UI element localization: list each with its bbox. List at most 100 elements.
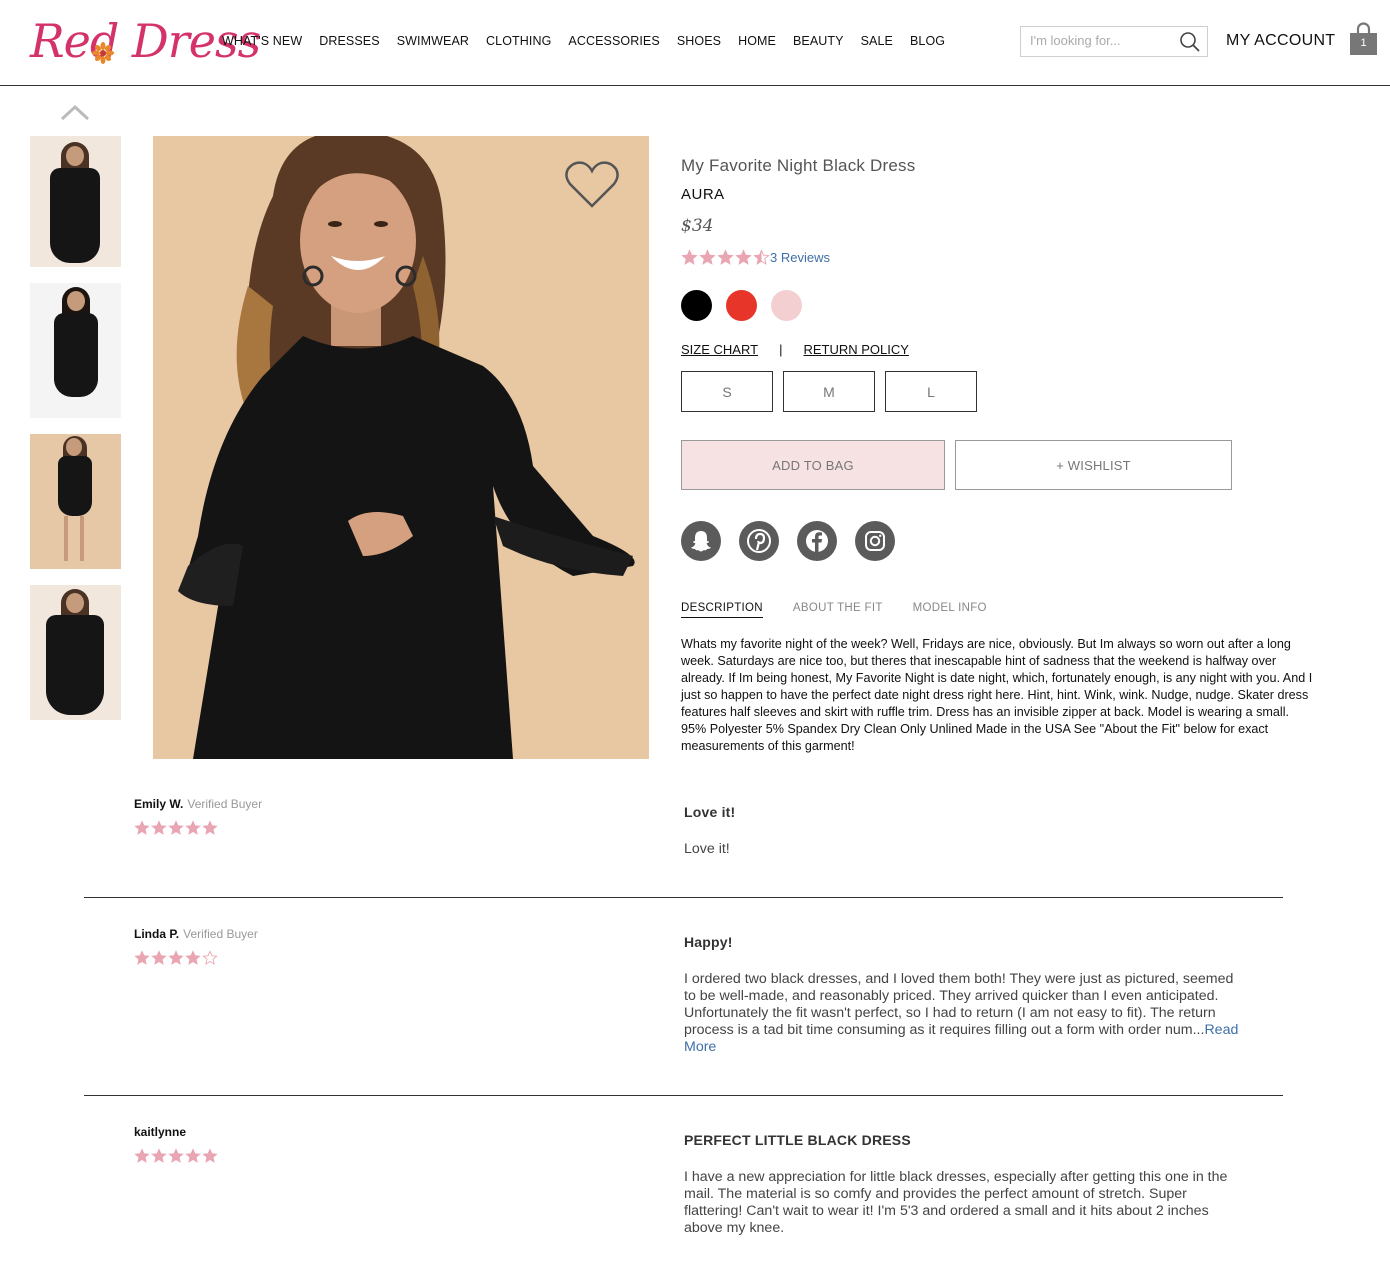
size-m-button[interactable]: M	[783, 371, 875, 412]
nav-item-blog[interactable]: BLOG	[910, 34, 945, 48]
review-divider	[84, 1095, 1283, 1096]
star-full-icon	[168, 1148, 184, 1163]
star-full-icon	[134, 1148, 150, 1163]
review-divider	[84, 897, 1283, 898]
review-title: Love it!	[684, 804, 736, 820]
review-stars	[134, 950, 218, 966]
instagram-glyph	[865, 531, 885, 551]
snapchat-icon[interactable]	[681, 521, 721, 561]
pinterest-icon[interactable]	[739, 521, 779, 561]
link-separator: |	[779, 342, 783, 357]
reviews-link[interactable]: 3 Reviews	[770, 250, 830, 265]
nav-item-shoes[interactable]: SHOES	[677, 34, 721, 48]
thumbnail-2[interactable]	[30, 283, 121, 418]
star-half-icon	[753, 249, 770, 265]
review-title: Happy!	[684, 934, 733, 950]
star-full-icon	[134, 820, 150, 835]
review-stars	[134, 1148, 218, 1164]
nav-item-accessories[interactable]: ACCESSORIES	[568, 34, 659, 48]
product-main-image	[153, 136, 649, 759]
nav-item-sale[interactable]: SALE	[861, 34, 893, 48]
pinterest-glyph	[747, 529, 771, 553]
heart-favorite-icon[interactable]	[564, 160, 620, 210]
review-author-name: Linda P.	[134, 927, 180, 941]
add-to-bag-button[interactable]: ADD TO BAG	[681, 440, 945, 490]
tab-about-the-fit[interactable]: ABOUT THE FIT	[793, 602, 883, 618]
star-full-icon	[202, 820, 218, 835]
star-full-icon	[699, 249, 716, 265]
star-full-icon	[168, 820, 184, 835]
review-body-text: I ordered two black dresses, and I loved…	[684, 971, 1234, 1038]
nav-item-what-s-new[interactable]: WHAT'S NEW	[222, 34, 302, 48]
flower-icon	[92, 42, 114, 64]
nav-item-swimwear[interactable]: SWIMWEAR	[397, 34, 469, 48]
search-icon[interactable]	[1179, 31, 1201, 53]
return-policy-link[interactable]: RETURN POLICY	[803, 342, 908, 357]
star-full-icon	[151, 820, 167, 835]
size-chart-link[interactable]: SIZE CHART	[681, 342, 758, 357]
product-price: $34	[681, 216, 714, 236]
verified-buyer-badge: Verified Buyer	[187, 797, 263, 811]
site-header: Red Dress WHAT'S NEW DRESSES SWIMWEAR CLOTH…	[0, 0, 1390, 86]
star-full-icon	[202, 1148, 218, 1163]
main-nav: WHAT'S NEW DRESSES SWIMWEAR CLOTHING ACCESSO…	[222, 34, 962, 48]
size-s-button[interactable]: S	[681, 371, 773, 412]
my-account-link[interactable]: MY ACCOUNT	[1226, 32, 1335, 50]
product-rating: 3 Reviews	[681, 249, 830, 266]
review-body: I have a new appreciation for little bla…	[684, 1169, 1244, 1237]
swatch-black[interactable]	[681, 290, 712, 321]
review-title: PERFECT LITTLE BLACK DRESS	[684, 1132, 911, 1148]
search-box	[1020, 26, 1208, 57]
review-body: Love it!	[684, 841, 1244, 858]
star-full-icon	[185, 820, 201, 835]
nav-item-beauty[interactable]: BEAUTY	[793, 34, 844, 48]
swatch-pink[interactable]	[771, 290, 802, 321]
add-to-wishlist-button[interactable]: + WISHLIST	[955, 440, 1232, 490]
facebook-icon[interactable]	[797, 521, 837, 561]
product-description: Whats my favorite night of the week? Wel…	[681, 637, 1313, 753]
thumbnail-1[interactable]	[30, 136, 121, 267]
review-body: I ordered two black dresses, and I loved…	[684, 971, 1244, 1056]
star-full-icon	[151, 1148, 167, 1163]
swatch-red[interactable]	[726, 290, 757, 321]
thumbnail-4[interactable]	[30, 585, 121, 720]
tab-description[interactable]: DESCRIPTION	[681, 602, 763, 618]
star-full-icon	[185, 1148, 201, 1163]
facebook-glyph	[806, 530, 828, 552]
nav-item-home[interactable]: HOME	[738, 34, 776, 48]
star-full-icon	[185, 950, 201, 965]
star-full-icon	[717, 249, 734, 265]
review-author-name: kaitlynne	[134, 1125, 187, 1139]
review-stars	[134, 820, 218, 836]
verified-buyer-badge: Verified Buyer	[183, 927, 258, 941]
product-brand: AURA	[681, 186, 725, 203]
tab-model-info[interactable]: MODEL INFO	[913, 602, 987, 618]
review-body-text: I have a new appreciation for little bla…	[684, 1169, 1228, 1236]
star-empty-icon	[202, 950, 218, 965]
nav-item-clothing[interactable]: CLOTHING	[486, 34, 551, 48]
snapchat-glyph	[691, 531, 711, 552]
thumbnail-3[interactable]	[30, 434, 121, 569]
review-author-name: Emily W.	[134, 797, 184, 811]
site-logo[interactable]: Red Dress	[28, 6, 261, 78]
product-stars	[681, 249, 770, 266]
thumbnail-up-arrow-icon[interactable]	[60, 104, 90, 122]
policy-links: SIZE CHART | RETURN POLICY	[681, 342, 909, 357]
shopping-bag-button[interactable]: 1	[1349, 22, 1378, 56]
star-full-icon	[134, 950, 150, 965]
size-l-button[interactable]: L	[885, 371, 977, 412]
star-full-icon	[735, 249, 752, 265]
search-input[interactable]	[1030, 33, 1170, 48]
review-author: Emily W. Verified Buyer	[134, 797, 262, 811]
star-full-icon	[151, 950, 167, 965]
nav-item-dresses[interactable]: DRESSES	[319, 34, 379, 48]
model-photo	[153, 136, 649, 759]
star-full-icon	[681, 249, 698, 265]
review-body-text: Love it!	[684, 841, 730, 857]
instagram-icon[interactable]	[855, 521, 895, 561]
product-title: My Favorite Night Black Dress	[681, 156, 916, 175]
review-author: kaitlynne	[134, 1125, 190, 1139]
product-info-tabs: DESCRIPTION ABOUT THE FIT MODEL INFO	[681, 602, 1017, 618]
bag-count: 1	[1360, 37, 1367, 49]
review-author: Linda P. Verified Buyer	[134, 927, 258, 941]
